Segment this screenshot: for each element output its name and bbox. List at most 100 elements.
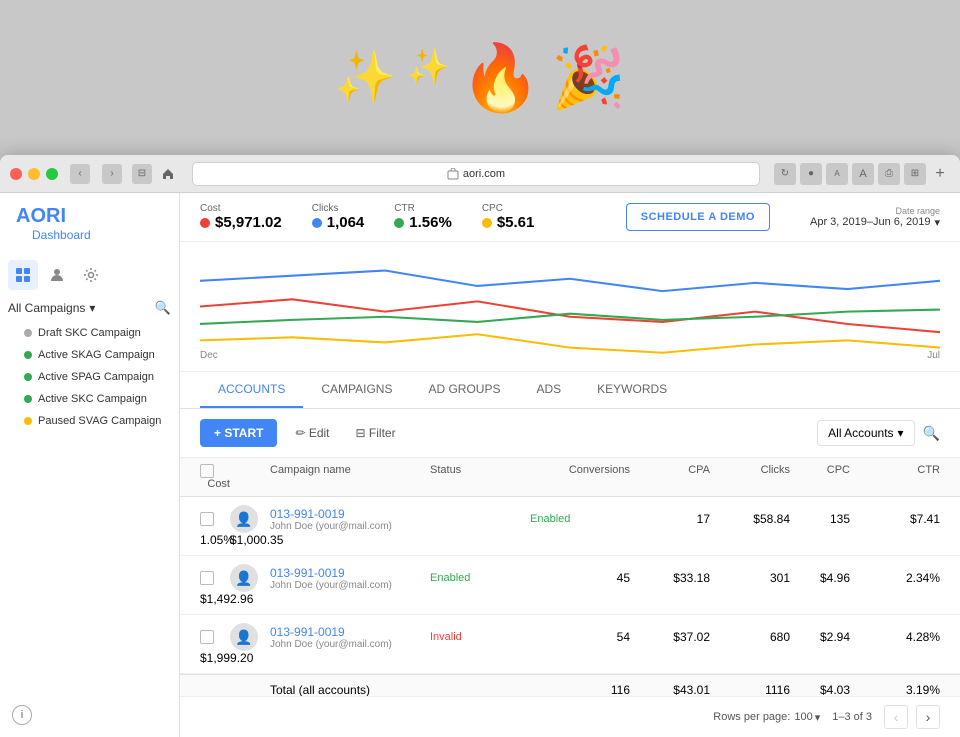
minimize-button[interactable] [28,168,40,180]
clicks-label: Clicks [312,203,365,214]
prev-page-button[interactable]: ‹ [884,705,908,729]
row1-cpc: $7.41 [850,512,940,526]
start-button[interactable]: + START [200,419,277,447]
cpc-label: CPC [482,203,535,214]
sidebar-icon-settings[interactable] [76,260,106,290]
row2-conversions: 45 [530,571,630,585]
clicks-dot [312,218,322,228]
tab-keywords[interactable]: KEYWORDS [579,372,685,408]
table-row: 👤 013-991-0019 John Doe (your@mail.com) … [180,615,960,674]
text-size-a1[interactable]: A [826,163,848,185]
sidebar-toggle-button[interactable]: ⊟ [132,164,152,184]
date-range-value[interactable]: Apr 3, 2019–Jun 6, 2019 ▾ [810,216,940,229]
share-button[interactable]: ⎙ [878,163,900,185]
forward-button[interactable]: › [102,164,122,184]
row2-clicks: 301 [710,571,790,585]
cost-label: Cost [200,203,282,214]
ctr-header: CTR [850,464,940,478]
back-button[interactable]: ‹ [70,164,90,184]
more-button[interactable]: ⊞ [904,163,926,185]
stat-clicks: Clicks 1,064 [312,203,365,231]
row2-cpa: $33.18 [630,571,710,585]
table-search-icon[interactable]: 🔍 [923,425,940,442]
home-icon[interactable] [158,167,178,181]
rows-per-page-select[interactable]: 100 ▾ [794,711,820,724]
clicks-header: Clicks [710,464,790,478]
maximize-button[interactable] [46,168,58,180]
campaign-item-2[interactable]: Active SPAG Campaign [8,366,171,388]
next-page-button[interactable]: › [916,705,940,729]
cpc-value: $5.61 [497,214,535,231]
filter-button[interactable]: ⊟ Filter [348,421,404,445]
campaign-selector[interactable]: All Campaigns ▾ 🔍 [0,294,179,322]
campaign-item-3[interactable]: Active SKC Campaign [8,388,171,410]
browser-titlebar: ‹ › ⊟ aori.com ↻ ● A A ⎙ ⊞ + [0,155,960,193]
text-size-a2[interactable]: A [852,163,874,185]
address-bar[interactable]: aori.com [192,162,760,186]
rows-per-page-label: Rows per page: [713,711,790,723]
sidebar-header: AORI Dashboard [0,205,179,260]
campaign-name-1: Active SKAG Campaign [38,349,155,361]
campaign-dot-yellow [24,417,32,425]
chevron-down-icon: ▾ [815,711,821,724]
row3-subtitle: John Doe (your@mail.com) [270,639,430,650]
row2-ctr: 2.34% [850,571,940,585]
campaign-name-2: Active SPAG Campaign [38,371,154,383]
refresh-button[interactable]: ↻ [774,163,796,185]
chart-x-start: Dec [200,350,218,361]
sidebar-icon-dashboard[interactable] [8,260,38,290]
campaign-item-1[interactable]: Active SKAG Campaign [8,344,171,366]
table-row: 👤 013-991-0019 John Doe (your@mail.com) … [180,556,960,615]
row2-campaign-link[interactable]: 013-991-0019 [270,566,430,580]
sidebar-search-icon[interactable]: 🔍 [155,300,171,316]
accounts-select[interactable]: All Accounts ▾ [817,420,914,446]
row1-subtitle: John Doe (your@mail.com) [270,521,430,532]
campaign-item-0[interactable]: Draft SKC Campaign [8,322,171,344]
row2-checkbox[interactable] [200,571,230,585]
chart-x-end: Jul [927,350,940,361]
schedule-demo-button[interactable]: SCHEDULE A DEMO [626,203,770,231]
row3-checkbox[interactable] [200,630,230,644]
edit-button[interactable]: ✏ Edit [287,421,337,445]
close-button[interactable] [10,168,22,180]
avatar-col-header [230,464,270,478]
campaign-dot-green-2 [24,373,32,381]
new-tab-button[interactable]: + [930,164,950,184]
sidebar-icon-user[interactable] [42,260,72,290]
campaign-dot-grey [24,329,32,337]
tab-accounts[interactable]: ACCOUNTS [200,372,303,408]
campaign-dot-green-1 [24,351,32,359]
tab-campaigns[interactable]: CAMPAIGNS [303,372,410,408]
ctr-dot [394,218,404,228]
row1-checkbox[interactable] [200,512,230,526]
emoji-decoration: ✨ ✨ 🔥 🎉 [0,0,960,155]
total-clicks: 1116 [710,683,790,696]
conversions-header: Conversions [530,464,630,478]
chart-x-labels: Dec Jul [200,350,940,361]
row1-cost: $1,000.35 [230,533,270,547]
row3-campaign-link[interactable]: 013-991-0019 [270,625,430,639]
account-icon[interactable]: ● [800,163,822,185]
row1-status: Enabled [530,513,630,525]
tab-ad-groups[interactable]: AD GROUPS [410,372,518,408]
cpc-dot [482,218,492,228]
row1-campaign-link[interactable]: 013-991-0019 [270,507,430,521]
total-row: Total (all accounts) 116 $43.01 1116 $4.… [180,674,960,696]
campaign-selector-label: All Campaigns [8,301,85,315]
row2-subtitle: John Doe (your@mail.com) [270,580,430,591]
campaign-item-4[interactable]: Paused SVAG Campaign [8,410,171,432]
pagination-nav: ‹ › [884,705,940,729]
cpc-header: CPC [790,464,850,478]
tab-ads[interactable]: ADS [518,372,579,408]
info-icon[interactable]: i [12,705,32,725]
accounts-select-label: All Accounts [828,426,893,440]
row3-cost: $1,999.20 [200,651,230,665]
table-row: 👤 013-991-0019 John Doe (your@mail.com) … [180,497,960,556]
campaign-dot-green-3 [24,395,32,403]
main-content: Cost $5,971.02 Clicks 1,064 CTR [180,193,960,737]
rows-per-page: Rows per page: 100 ▾ [713,711,820,724]
select-all-checkbox[interactable] [200,464,230,478]
campaign-name-header: Campaign name [270,464,430,478]
total-ctr: 3.19% [850,683,940,696]
dashboard-link[interactable]: Dashboard [16,228,107,250]
